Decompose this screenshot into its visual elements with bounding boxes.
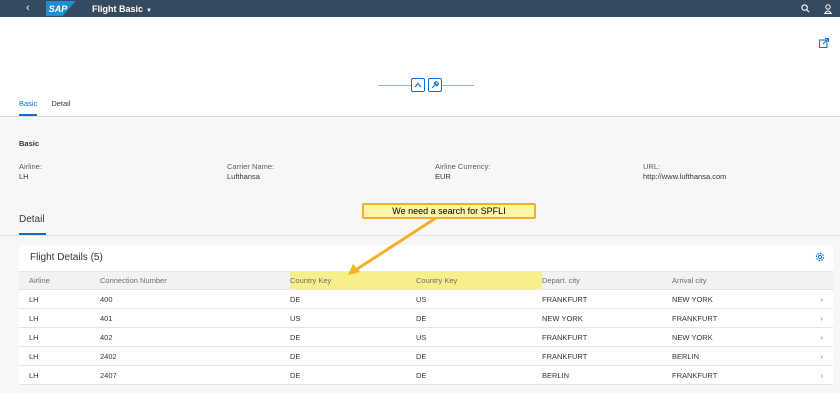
table-title: Flight Details (5) bbox=[30, 252, 103, 263]
gear-icon[interactable] bbox=[815, 252, 825, 264]
cell-country-key-from: US bbox=[290, 308, 416, 328]
cell-arrival-city: NEW YORK bbox=[672, 327, 797, 347]
annotation-callout: We need a search for SPFLI bbox=[362, 203, 536, 219]
basic-section: Basic Airline: LH Carrier Name: Lufthans… bbox=[0, 118, 840, 198]
field-value: Lufthansa bbox=[227, 172, 260, 181]
cell-arrival-city: FRANKFURT bbox=[672, 365, 797, 385]
cell-airline: LH bbox=[19, 365, 100, 385]
cell-connection-number: 2402 bbox=[100, 346, 290, 366]
section-tabs: Basic Detail bbox=[19, 99, 71, 116]
cell-connection-number: 400 bbox=[100, 289, 290, 309]
field-label: Airline: bbox=[19, 162, 42, 171]
cell-arrival-city: BERLIN bbox=[672, 346, 797, 366]
cell-connection-number: 401 bbox=[100, 308, 290, 328]
cell-country-key-from: DE bbox=[290, 346, 416, 366]
detail-section-title: Detail bbox=[19, 214, 45, 225]
field-airline: Airline: LH bbox=[19, 162, 42, 182]
cell-connection-number: 402 bbox=[100, 327, 290, 347]
collapse-header-button[interactable] bbox=[411, 78, 425, 92]
header-toggle-bar bbox=[378, 78, 474, 92]
table-row[interactable]: LH 2402 DE DE FRANKFURT BERLIN › bbox=[19, 346, 833, 366]
chevron-right-icon[interactable]: › bbox=[797, 327, 833, 347]
cell-depart-city: FRANKFURT bbox=[542, 346, 672, 366]
cell-depart-city: FRANKFURT bbox=[542, 289, 672, 309]
field-label: URL: bbox=[643, 162, 661, 171]
app-title: Flight Basic bbox=[92, 3, 144, 14]
table-row[interactable]: LH 402 DE US FRANKFURT NEW YORK › bbox=[19, 327, 833, 347]
field-value: LH bbox=[19, 172, 29, 181]
object-page-header: Basic Detail bbox=[0, 17, 840, 117]
cell-country-key-to: US bbox=[416, 289, 542, 309]
cell-connection-number: 2407 bbox=[100, 365, 290, 385]
user-icon[interactable] bbox=[824, 3, 832, 14]
divider-right bbox=[442, 85, 474, 86]
back-button[interactable]: ‹ bbox=[26, 0, 40, 17]
cell-airline: LH bbox=[19, 327, 100, 347]
table-row[interactable]: LH 401 US DE NEW YORK FRANKFURT › bbox=[19, 308, 833, 328]
column-header-connection-number[interactable]: Connection Number bbox=[100, 271, 290, 290]
chevron-right-icon[interactable]: › bbox=[797, 346, 833, 366]
cell-country-key-to: DE bbox=[416, 308, 542, 328]
cell-airline: LH bbox=[19, 346, 100, 366]
field-url: URL: http://www.lufthansa.com bbox=[643, 162, 726, 182]
field-value: http://www.lufthansa.com bbox=[643, 172, 727, 181]
cell-airline: LH bbox=[19, 289, 100, 309]
field-label: Carrier Name: bbox=[227, 162, 275, 171]
pin-header-button[interactable] bbox=[428, 78, 442, 92]
chevron-right-icon[interactable]: › bbox=[797, 289, 833, 309]
column-header-nav bbox=[797, 271, 833, 290]
table-row[interactable]: LH 400 DE US FRANKFURT NEW YORK › bbox=[19, 289, 833, 309]
tab-basic[interactable]: Basic bbox=[19, 99, 38, 116]
column-header-depart-city[interactable]: Depart. city bbox=[542, 271, 672, 290]
callout-arrow bbox=[348, 216, 437, 275]
search-icon[interactable] bbox=[801, 4, 810, 13]
cell-arrival-city: NEW YORK bbox=[672, 289, 797, 309]
field-airline-currency: Airline Currency: EUR bbox=[435, 162, 490, 182]
cell-country-key-from: DE bbox=[290, 289, 416, 309]
field-label: Airline Currency: bbox=[435, 162, 491, 171]
cell-depart-city: BERLIN bbox=[542, 365, 672, 385]
flight-details-table: Airline Connection Number Country Key Co… bbox=[19, 271, 833, 385]
app-title-menu[interactable]: Flight Basic ▼ bbox=[92, 4, 152, 14]
cell-depart-city: FRANKFURT bbox=[542, 327, 672, 347]
tab-detail[interactable]: Detail bbox=[51, 99, 70, 116]
cell-airline: LH bbox=[19, 308, 100, 328]
cell-country-key-from: DE bbox=[290, 327, 416, 347]
column-header-arrival-city[interactable]: Arrival city bbox=[672, 271, 797, 290]
sap-logo[interactable]: SAP bbox=[46, 1, 76, 16]
chevron-right-icon[interactable]: › bbox=[797, 308, 833, 328]
shell-bar: ‹ SAP Flight Basic ▼ bbox=[0, 0, 840, 17]
column-header-airline[interactable]: Airline bbox=[19, 271, 100, 290]
field-carrier-name: Carrier Name: Lufthansa bbox=[227, 162, 274, 182]
logo-text: SAP bbox=[48, 3, 68, 14]
cell-country-key-from: DE bbox=[290, 365, 416, 385]
divider-left bbox=[378, 85, 411, 86]
cell-country-key-to: DE bbox=[416, 346, 542, 366]
cell-country-key-to: US bbox=[416, 327, 542, 347]
cell-arrival-city: FRANKFURT bbox=[672, 308, 797, 328]
cell-depart-city: NEW YORK bbox=[542, 308, 672, 328]
chevron-down-icon: ▼ bbox=[146, 7, 152, 14]
basic-section-title: Basic bbox=[19, 139, 40, 148]
field-value: EUR bbox=[435, 172, 451, 181]
chevron-right-icon[interactable]: › bbox=[797, 365, 833, 385]
table-row[interactable]: LH 2407 DE DE BERLIN FRANKFURT › bbox=[19, 365, 833, 385]
share-icon[interactable] bbox=[819, 38, 829, 50]
cell-country-key-to: DE bbox=[416, 365, 542, 385]
